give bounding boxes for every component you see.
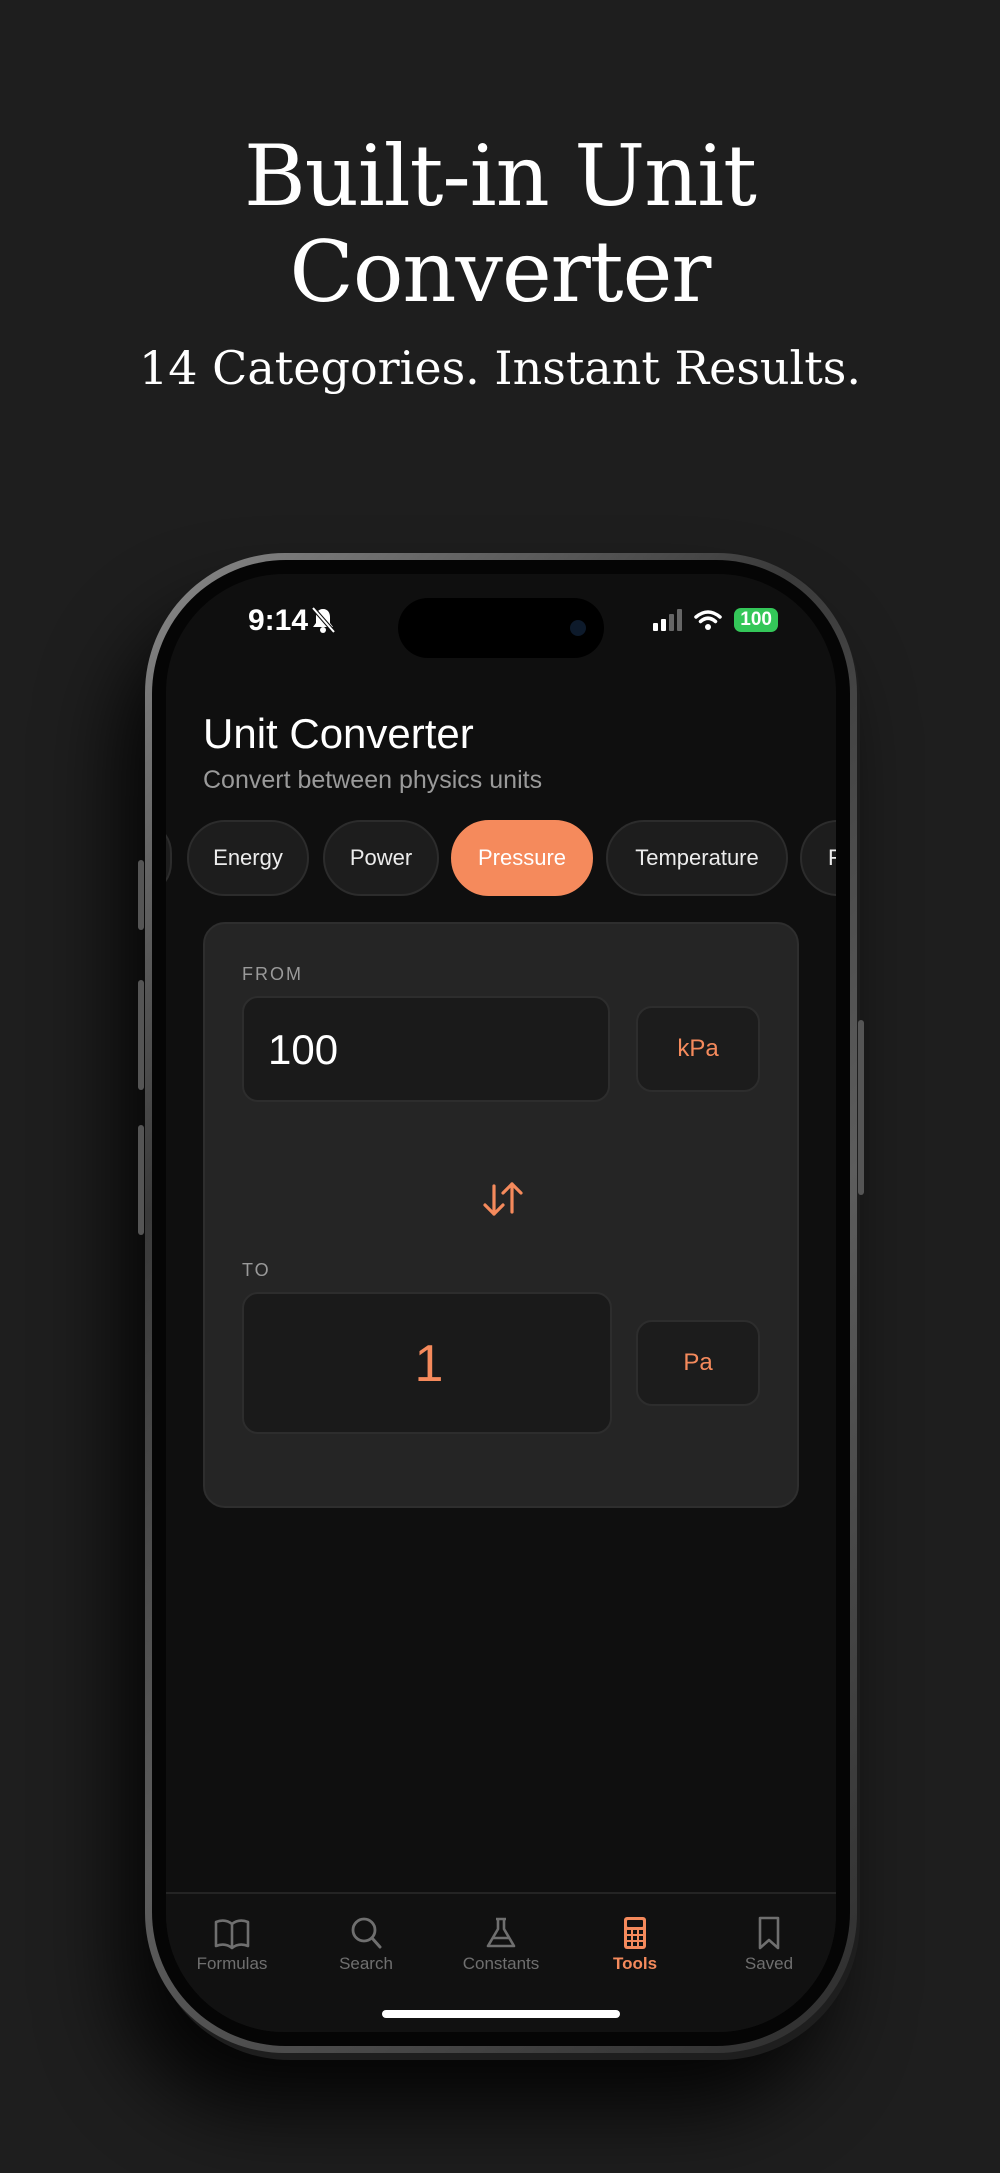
from-value-input[interactable]: 100: [242, 996, 610, 1102]
calculator-icon: [624, 1917, 646, 1949]
to-label: TO: [242, 1260, 271, 1280]
swap-arrows-icon[interactable]: [480, 1176, 526, 1222]
to-value-output: 1: [242, 1292, 612, 1434]
tab-tools-label: Tools: [612, 1954, 658, 1973]
flask-icon: [486, 1917, 516, 1948]
volume-up-button: [138, 980, 144, 1090]
category-chip-temperature[interactable]: Temperature: [606, 820, 788, 896]
camera-icon: [570, 620, 586, 636]
category-chip-energy[interactable]: Energy: [187, 820, 309, 896]
from-label: FROM: [242, 964, 303, 984]
category-chip-power[interactable]: Power: [323, 820, 439, 896]
tab-formulas[interactable]: Formulas: [172, 1916, 292, 1974]
promo-headline-line1: Built-in Unit: [244, 127, 757, 225]
from-value: 100: [268, 1026, 339, 1073]
volume-down-button: [138, 1125, 144, 1235]
tab-formulas-label: Formulas: [196, 1954, 268, 1973]
promo-subheadline: 14 Categories. Instant Results.: [139, 341, 861, 395]
category-chip-next-label: F: [828, 845, 836, 870]
converter-card: FROM 100 kPa TO 1 Pa: [203, 922, 799, 1508]
tab-search[interactable]: Search: [306, 1916, 426, 1974]
power-button: [858, 1020, 864, 1195]
search-icon: [351, 1917, 382, 1949]
wifi-icon: [694, 610, 723, 630]
bookmark-icon: [758, 1916, 780, 1950]
tab-constants-label: Constants: [462, 1954, 540, 1973]
from-unit-button[interactable]: kPa: [636, 1006, 760, 1092]
status-right: 100: [653, 606, 778, 634]
category-chip-pressure[interactable]: Pressure: [451, 820, 593, 896]
page-subtitle: Convert between physics units: [203, 766, 543, 794]
page-title: Unit Converter: [203, 710, 474, 757]
tab-saved[interactable]: Saved: [709, 1916, 829, 1974]
promo-headline: Built-in Unit Converter: [0, 128, 1000, 320]
tab-search-label: Search: [339, 1954, 393, 1973]
action-button: [138, 860, 144, 930]
phone-screen: 9:14 100 Unit Converter Convert between …: [166, 574, 836, 2032]
book-icon: [214, 1919, 250, 1950]
home-indicator[interactable]: [382, 2010, 620, 2018]
category-chip-partial[interactable]: [166, 820, 172, 896]
to-unit-button[interactable]: Pa: [636, 1320, 760, 1406]
status-time: 9:14: [248, 604, 309, 637]
promo-headline-line2: Converter: [289, 223, 712, 321]
category-chip-next[interactable]: F: [800, 820, 836, 896]
bell-slash-icon: [311, 606, 336, 634]
category-chips: Energy Power Pressure Temperature F: [166, 820, 836, 900]
tab-tools[interactable]: Tools: [575, 1916, 695, 1974]
cellular-signal-icon: [653, 609, 683, 631]
battery-indicator: 100: [734, 608, 778, 632]
tab-constants[interactable]: Constants: [441, 1916, 561, 1974]
to-value: 1: [414, 1335, 444, 1393]
dynamic-island: [398, 598, 604, 658]
tab-saved-label: Saved: [744, 1954, 794, 1973]
